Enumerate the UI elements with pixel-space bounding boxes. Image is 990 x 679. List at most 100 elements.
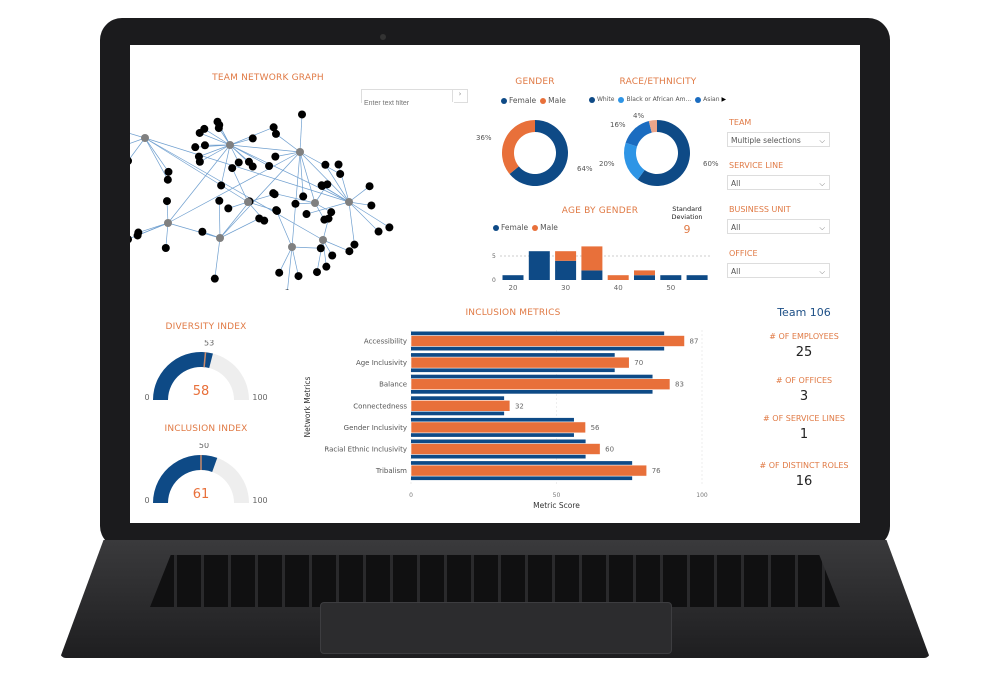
network-edge — [219, 201, 250, 239]
network-node — [323, 180, 332, 189]
filter-dropdown[interactable]: All ⌵ — [727, 175, 830, 190]
kpi-value: 16 — [795, 474, 813, 489]
network-node — [130, 235, 133, 243]
network-node — [365, 182, 374, 191]
x-tick-label: 50 — [553, 492, 561, 499]
age-bar-female — [581, 270, 603, 280]
kpi-value: 25 — [795, 345, 813, 360]
age-chart[interactable]: 0 5 20 30 40 50 — [480, 240, 720, 296]
data-label: 83 — [675, 381, 684, 389]
network-node — [321, 160, 330, 169]
network-edge — [130, 137, 146, 159]
network-edge — [299, 151, 341, 175]
donut-slice — [502, 120, 535, 175]
network-node — [161, 244, 170, 253]
network-edge — [299, 114, 303, 153]
network-node — [234, 158, 243, 167]
network-node — [298, 110, 307, 119]
metric-bar-orange — [410, 378, 671, 391]
network-graph[interactable] — [130, 90, 450, 290]
x-axis-label: Metric Score — [533, 501, 580, 510]
network-node — [350, 240, 359, 249]
kpi-label: # OF DISTINCT ROLES — [759, 461, 849, 470]
network-hub-node — [296, 148, 304, 156]
network-hub-node — [164, 219, 172, 227]
network-node — [302, 210, 311, 219]
age-bar-female — [686, 275, 708, 280]
network-node — [255, 214, 264, 223]
network-node — [200, 141, 209, 150]
gender-title: GENDER — [515, 77, 555, 87]
age-bar-female — [528, 251, 550, 280]
category-label: Gender Inclusivity — [344, 424, 407, 432]
network-node — [269, 189, 278, 198]
chevron-down-icon: ⌵ — [819, 223, 825, 232]
network-node — [272, 206, 281, 215]
std-dev-label: Standard Deviation — [671, 205, 703, 221]
gauge-target-label: 53 — [204, 340, 214, 347]
x-tick-label: 0 — [409, 492, 413, 499]
filter-label: TEAM — [729, 118, 752, 127]
kpi-label: # OF EMPLOYEES — [769, 332, 839, 341]
gauge-max: 100 — [252, 496, 267, 505]
network-edge — [214, 237, 221, 279]
category-label: Balance — [379, 381, 407, 389]
network-node — [195, 128, 204, 137]
network-node — [328, 251, 337, 260]
age-title: AGE BY GENDER — [561, 206, 639, 216]
std-dev-value: 9 — [683, 223, 691, 236]
data-label: 87 — [690, 338, 699, 346]
diversity-title: DIVERSITY INDEX — [165, 322, 247, 332]
kpi-value: 3 — [799, 389, 809, 404]
text-filter: › — [361, 89, 468, 110]
network-hub-node — [244, 198, 252, 206]
network-edge — [218, 200, 221, 239]
network-node — [265, 162, 274, 171]
network-node — [316, 244, 325, 253]
metric-bar-orange — [410, 335, 685, 347]
filter-dropdown[interactable]: Multiple selections ⌵ — [727, 132, 830, 147]
diversity-gauge[interactable]: 53 58 0 100 — [140, 340, 270, 410]
gender-donut[interactable] — [470, 110, 600, 200]
network-node — [163, 175, 172, 184]
filter-dropdown[interactable]: All ⌵ — [727, 219, 830, 234]
network-edge — [322, 239, 327, 267]
category-label: Connectedness — [353, 402, 407, 410]
data-label: 56 — [591, 424, 600, 432]
text-filter-input[interactable] — [362, 97, 454, 110]
legend-next-icon[interactable]: ▶ — [721, 96, 726, 103]
race-asian-label: 16% — [610, 121, 626, 129]
inclusion-index-title: INCLUSION INDEX — [164, 424, 248, 434]
age-bar-male — [634, 270, 655, 276]
age-bar-female — [502, 275, 524, 280]
inclusion-metrics-chart[interactable]: 0 50 100 Metric Score Network Metrics Accessi… — [300, 325, 720, 515]
legend-male: Male — [548, 96, 566, 105]
x-tick-label: 100 — [696, 492, 708, 499]
category-label: Age Inclusivity — [356, 359, 407, 367]
category-label: Accessibility — [364, 338, 407, 346]
age-bar-male — [607, 275, 629, 280]
inclusion-gauge[interactable]: 50 61 0 100 — [140, 443, 270, 513]
network-node — [215, 196, 224, 205]
donut-slice — [624, 142, 645, 180]
filter-dropdown[interactable]: All ⌵ — [727, 263, 830, 278]
network-node — [217, 181, 226, 190]
filter-go-button[interactable]: › — [452, 90, 467, 102]
network-edge — [219, 218, 260, 239]
network-node — [210, 274, 219, 283]
network-edge — [275, 209, 293, 248]
age-bar-male — [581, 246, 603, 271]
x-tick-label: 40 — [614, 284, 623, 292]
network-node — [134, 228, 143, 237]
donut-slice — [625, 121, 652, 147]
metric-bar-orange — [410, 400, 511, 412]
network-node — [162, 197, 171, 206]
network-hub-node — [319, 236, 327, 244]
network-edge — [291, 246, 321, 249]
filter-label: SERVICE LINE — [729, 161, 784, 170]
network-node — [336, 169, 345, 178]
network-node — [198, 227, 207, 236]
gauge-value: 58 — [193, 384, 210, 399]
race-black-label: 20% — [599, 160, 615, 168]
network-title: TEAM NETWORK GRAPH — [212, 73, 324, 83]
